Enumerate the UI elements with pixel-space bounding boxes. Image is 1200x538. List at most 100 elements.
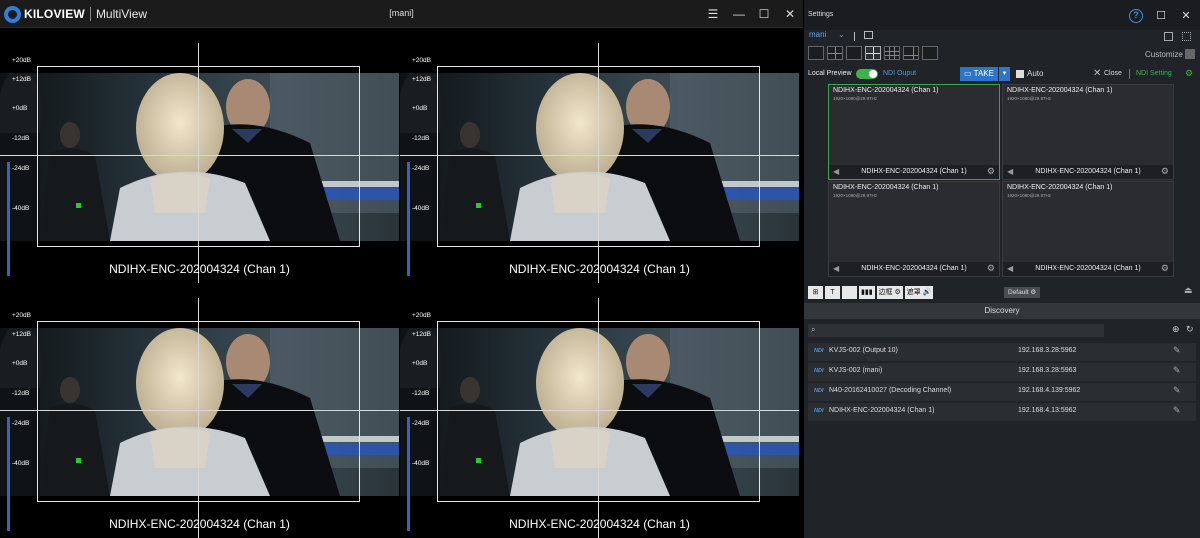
customize-icon[interactable] — [1185, 49, 1195, 59]
discovery-search-input[interactable]: ⌕ — [808, 324, 1104, 337]
cell-source-title: NDIHX-ENC-202004324 (Chan 1) — [833, 184, 939, 191]
output-grid: NDIHX-ENC-202004324 (Chan 1) 1920×1080@2… — [828, 84, 1174, 280]
center-line-horizontal — [400, 155, 799, 156]
upload-icon[interactable]: ⏏ — [1184, 285, 1193, 296]
export-icon[interactable] — [1164, 32, 1173, 41]
multiview-tile[interactable]: +20dB +12dB +0dB -12dB -24dB -40dB NDIHX-ENC-2… — [400, 29, 799, 283]
gear-icon[interactable]: ⚙ — [987, 166, 995, 177]
cell-footer: ◀ NDIHX-ENC-202004324 (Chan 1) ⚙ — [1003, 262, 1173, 276]
help-icon[interactable]: ? — [1129, 9, 1143, 23]
settings-titlebar: Settings ? ☐ ✕ — [804, 0, 1200, 30]
db-scale-label: +20dB — [412, 57, 431, 64]
add-icon[interactable]: ⊕ — [1172, 324, 1180, 335]
tile-source-label: NDIHX-ENC-202004324 (Chan 1) — [109, 517, 290, 531]
layout-selector — [808, 46, 938, 62]
minimize-button[interactable]: — — [728, 5, 750, 23]
ndi-tag: NDI — [814, 408, 824, 414]
search-icon: ⌕ — [811, 325, 816, 334]
db-scale-label: +12dB — [412, 331, 431, 338]
ndi-tag: NDI — [814, 348, 824, 354]
chevron-down-icon[interactable]: ⌄ — [838, 30, 845, 39]
mask-tool[interactable]: 遮罩 🔊 — [904, 286, 934, 299]
layout-9-icon[interactable] — [884, 46, 900, 60]
tile-source-label: NDIHX-ENC-202004324 (Chan 1) — [509, 517, 690, 531]
customize-button[interactable]: Customize — [1145, 50, 1183, 59]
settings-title: Settings — [808, 11, 834, 18]
pin-icon[interactable]: ✎ — [1173, 345, 1181, 356]
audio-level-meter — [407, 162, 410, 276]
discovery-source-row[interactable]: NDI NDIHX-ENC-202004324 (Chan 1) 192.168… — [808, 403, 1196, 421]
grid-view-icon[interactable] — [1182, 32, 1191, 41]
layout-grid-tool[interactable]: ⊞ — [808, 286, 823, 299]
cell-resolution: 1920×1080@29.97Hz — [1007, 193, 1051, 198]
gear-icon[interactable]: ⚙ — [1161, 263, 1169, 274]
db-scale-label: +20dB — [12, 312, 31, 319]
profile-select[interactable]: mani — [809, 30, 826, 39]
db-scale-label: -40dB — [412, 205, 430, 212]
audio-level-meter — [7, 417, 10, 531]
audio-level-meter — [7, 162, 10, 276]
cell-source-name: NDIHX-ENC-202004324 (Chan 1) — [1035, 168, 1141, 175]
local-preview-toggle[interactable] — [856, 69, 878, 79]
output-cell[interactable]: NDIHX-ENC-202004324 (Chan 1) 1920×1080@2… — [1002, 84, 1174, 180]
layout-pip-icon[interactable] — [846, 46, 862, 60]
local-preview-label: Local Preview — [808, 70, 852, 77]
take-dropdown-button[interactable]: ▼ — [999, 67, 1010, 81]
blank-tool[interactable] — [842, 286, 857, 299]
multiview-tile[interactable]: +20dB +12dB +0dB -12dB -24dB -40dB NDIHX-ENC-2… — [0, 29, 399, 283]
gear-icon[interactable]: ⚙ — [1161, 166, 1169, 177]
cell-resolution: 1920×1080@29.97Hz — [833, 96, 877, 101]
ndi-output-link[interactable]: NDI Ouput — [883, 70, 916, 77]
pin-icon[interactable]: ✎ — [1173, 365, 1181, 376]
cell-footer: ◀ NDIHX-ENC-202004324 (Chan 1) ⚙ — [829, 165, 999, 179]
close-icon[interactable]: ✕ — [1093, 68, 1101, 79]
layout-5-icon[interactable] — [827, 46, 843, 60]
layout-4-icon[interactable] — [865, 46, 881, 60]
center-line-vertical — [198, 43, 199, 283]
ndi-setting-link[interactable]: NDI Setting — [1136, 70, 1172, 77]
discovery-source-row[interactable]: NDI N40-20162410027 (Decoding Channel) 1… — [808, 383, 1196, 401]
border-tool[interactable]: 边框 ⚙ — [876, 286, 903, 299]
pin-icon[interactable]: ✎ — [1173, 385, 1181, 396]
layout-1-icon[interactable] — [808, 46, 824, 60]
center-line-horizontal — [400, 410, 799, 411]
text-tool[interactable]: T — [825, 286, 840, 299]
output-cell[interactable]: NDIHX-ENC-202004324 (Chan 1) 1920×1080@2… — [828, 181, 1000, 277]
take-button[interactable]: ▭ TAKE — [960, 67, 998, 81]
source-name: N40-20162410027 (Decoding Channel) — [829, 387, 952, 394]
border-tool-label: 边框 — [878, 289, 893, 296]
settings-close-button[interactable]: ✕ — [1178, 8, 1194, 24]
close-link[interactable]: Close — [1104, 70, 1122, 77]
refresh-icon[interactable]: ↻ — [1186, 324, 1194, 335]
screen-icon[interactable] — [864, 31, 873, 39]
source-ip: 192.168.4.139:5962 — [1018, 387, 1081, 394]
close-button[interactable]: ✕ — [779, 5, 801, 23]
kiloview-logo: KILOVIEW MultiView — [4, 5, 147, 23]
layout-6-icon[interactable] — [903, 46, 919, 60]
output-cell[interactable]: NDIHX-ENC-202004324 (Chan 1) 1920×1080@2… — [828, 84, 1000, 180]
auto-label: Auto — [1027, 69, 1044, 78]
maximize-button[interactable]: ☐ — [753, 5, 775, 23]
source-ip: 192.168.3.28:5962 — [1018, 347, 1077, 354]
meter-tool-icon[interactable]: ▮▮▮ — [859, 286, 875, 299]
audio-level-meter — [407, 417, 410, 531]
auto-checkbox[interactable] — [1016, 70, 1024, 78]
settings-maximize-button[interactable]: ☐ — [1153, 8, 1169, 24]
default-button[interactable]: Default ⚙ — [1004, 287, 1041, 298]
output-cell[interactable]: NDIHX-ENC-202004324 (Chan 1) 1920×1080@2… — [1002, 181, 1174, 277]
default-label: Default — [1008, 289, 1029, 296]
multiview-tile[interactable]: +20dB +12dB +0dB -12dB -24dB -40dB NDIHX-ENC-2… — [400, 284, 799, 538]
pin-icon[interactable]: ✎ — [1173, 405, 1181, 416]
discovery-source-row[interactable]: NDI KVJS-002 (Output 10) 192.168.3.28:59… — [808, 343, 1196, 361]
db-scale-label: -24dB — [12, 165, 30, 172]
menu-icon[interactable]: ☰ — [702, 5, 724, 23]
discovery-source-row[interactable]: NDI KVJS-002 (mani) 192.168.3.28:5963 ✎ — [808, 363, 1196, 381]
gear-icon[interactable]: ⚙ — [1185, 68, 1193, 79]
multiview-tile[interactable]: +20dB +12dB +0dB -12dB -24dB -40dB NDIHX-ENC-2… — [0, 284, 399, 538]
cell-footer: ◀ NDIHX-ENC-202004324 (Chan 1) ⚙ — [1003, 165, 1173, 179]
gear-icon[interactable]: ⚙ — [987, 263, 995, 274]
ndi-tag: NDI — [814, 368, 824, 374]
layout-custom-icon[interactable] — [922, 46, 938, 60]
settings-panel: Settings ? ☐ ✕ mani ⌄ Customize Local Pr… — [804, 0, 1200, 538]
source-name: KVJS-002 (mani) — [829, 367, 883, 374]
